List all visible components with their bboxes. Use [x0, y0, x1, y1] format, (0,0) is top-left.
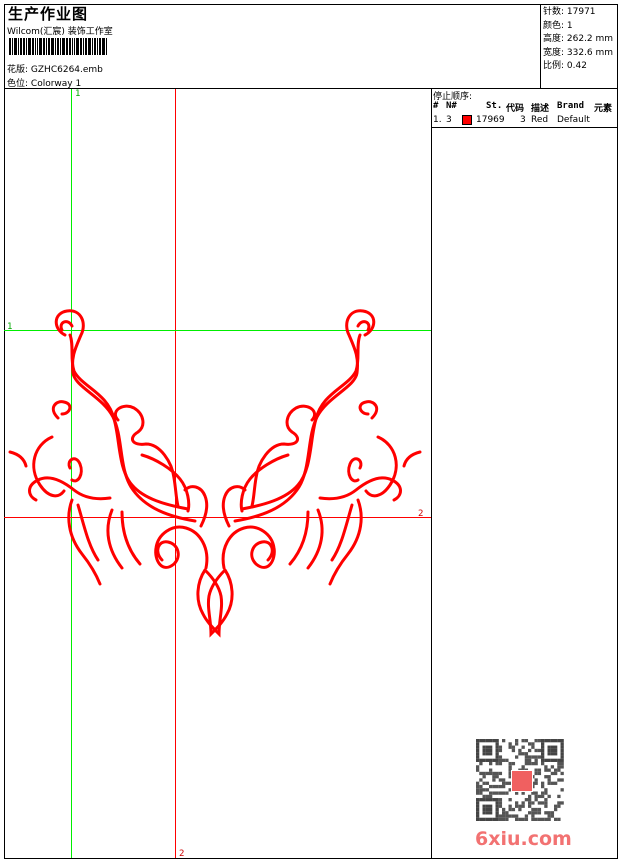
design-canvas: 1 1 2 2 — [4, 89, 431, 859]
guide-label: 1 — [7, 322, 12, 332]
guide-label: 2 — [418, 509, 423, 519]
guide-label: 1 — [75, 89, 80, 99]
guide-label: 2 — [179, 849, 184, 859]
seal-logo — [511, 770, 533, 792]
watermark-logo: 6xiu.com — [475, 828, 572, 850]
